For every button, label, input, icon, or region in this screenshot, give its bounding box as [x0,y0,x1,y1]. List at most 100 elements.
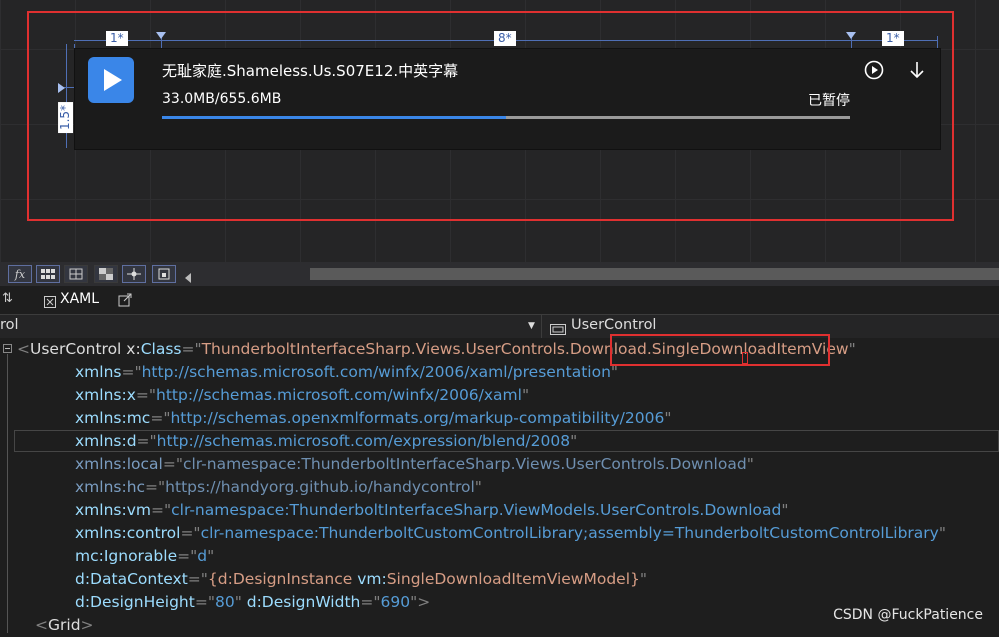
code-token: xmlns:hc [75,478,146,496]
download-arrow-icon[interactable] [906,59,928,85]
code-token: xmlns:local [75,455,163,473]
code-token: < [17,340,30,358]
code-token: " [746,455,754,473]
code-line[interactable]: xmlns:mc="http://schemas.openxmlformats.… [0,407,999,430]
watermark: CSDN @FuckPatience [833,607,983,623]
play-circle-icon[interactable] [863,59,885,85]
code-token: SingleDownloadItemViewModel [386,570,631,588]
code-token: " [570,432,578,450]
code-token: =" [136,432,157,450]
code-line[interactable]: d:DataContext="{d:DesignInstance vm:Sing… [0,568,999,591]
snap-icon[interactable] [122,265,146,283]
code-line[interactable]: xmlns:x="http://schemas.microsoft.com/wi… [0,384,999,407]
cursor-marker [742,352,748,364]
code-token: " [664,409,672,427]
code-token: UserControl [30,340,122,358]
designer-surface[interactable]: 1* 8* 1* 1.5* 无耻家庭.Shameless.Us.S07E12.中… [0,0,999,262]
code-token: Grid [48,616,81,634]
checker-icon[interactable] [94,265,118,283]
column-1-width-label[interactable]: 1* [106,31,128,46]
code-token: =" [162,455,183,473]
code-line[interactable]: xmlns:control="clr-namespace:Thunderbolt… [0,522,999,545]
code-token: < [35,616,48,634]
code-token: {d:DesignInstance [207,570,358,588]
code-token: =" [180,524,201,542]
download-progress-bar [162,116,850,119]
swap-panes-icon[interactable]: ⇅ [2,291,13,306]
code-token: =" [121,363,142,381]
code-token: > [80,616,94,634]
code-token: Class [140,340,182,358]
code-token: xmlns:control [75,524,181,542]
code-token: xmlns:x [75,386,136,404]
class-icon [550,320,566,339]
grid-alt-icon[interactable] [64,265,88,283]
code-token: xmlns [75,363,122,381]
tab-xaml[interactable]: XAML [60,291,99,307]
member-dropdown[interactable]: UserControl [571,317,656,333]
code-line[interactable]: xmlns="http://schemas.microsoft.com/winf… [0,361,999,384]
code-token: "> [410,593,431,611]
row-height-label[interactable]: 1.5* [58,101,74,134]
code-token: =" [194,593,215,611]
code-token: 80 [214,593,235,611]
class-name-highlight-box [610,334,830,366]
code-token: } [630,570,640,588]
xaml-icon [44,293,56,312]
xaml-code-editor[interactable]: <UserControl x:Class="ThunderboltInterfa… [0,334,999,634]
code-line[interactable]: xmlns:vm="clr-namespace:ThunderboltInter… [0,499,999,522]
code-token: xmlns:d [75,432,137,450]
code-line[interactable]: <UserControl x:Class="ThunderboltInterfa… [0,338,999,361]
code-navigation-bar: rol ▼ UserControl [0,314,999,339]
code-token: " [474,478,482,496]
code-token: =" [177,547,198,565]
chevron-down-icon[interactable]: ▼ [528,321,535,331]
column-2-width-label[interactable]: 8* [494,31,516,46]
code-token: http://schemas.microsoft.com/expression/… [156,432,571,450]
code-line[interactable]: xmlns:hc="https://handyorg.github.io/han… [0,476,999,499]
navbar-divider [541,315,542,338]
file-size-progress: 33.0MB/655.6MB [162,91,282,107]
row-marker[interactable] [58,83,65,93]
column-marker-2[interactable] [846,32,856,39]
code-token: d [197,547,208,565]
code-token: d:DesignHeight [75,593,195,611]
code-token: clr-namespace:ThunderboltInterfaceSharp.… [182,455,747,473]
fx-button[interactable]: fx [8,265,32,283]
code-token: " [521,386,530,404]
code-token: mc:Ignorable [75,547,178,565]
code-token: " [938,524,946,542]
code-token: http://schemas.microsoft.com/winfx/2006/… [141,363,611,381]
code-line[interactable]: xmlns:local="clr-namespace:ThunderboltIn… [0,453,999,476]
code-line[interactable]: mc:Ignorable="d" [0,545,999,568]
code-token: vm: [357,570,387,588]
code-token: d:DataContext [75,570,188,588]
play-icon[interactable] [88,57,134,103]
grid-icon[interactable] [36,265,60,283]
code-token: =" [360,593,381,611]
lock-icon[interactable] [152,265,176,283]
code-token: =" [150,409,171,427]
code-token: x: [121,340,141,358]
scroll-left-arrow-icon[interactable] [184,268,192,287]
scope-dropdown[interactable]: rol [0,317,19,333]
code-token: clr-namespace:ThunderboltCustomControlLi… [200,524,939,542]
code-token: http://schemas.microsoft.com/winfx/2006/… [156,386,522,404]
code-token: 690 [380,593,411,611]
download-progress-fill [162,116,506,119]
code-token: http://schemas.openxmlformats.org/markup… [170,409,665,427]
horizontal-scrollbar[interactable] [310,268,999,280]
editor-tab-bar: ⇅ XAML [0,286,999,314]
column-3-width-label[interactable]: 1* [882,31,904,46]
code-token: " [207,547,215,565]
code-token: =" [150,501,172,519]
code-token: https://handyorg.github.io/handycontrol [165,478,475,496]
code-token: xmlns:mc [75,409,151,427]
column-marker-1[interactable] [156,32,166,39]
code-line[interactable]: xmlns:d="http://schemas.microsoft.com/ex… [0,430,999,453]
file-name: 无耻家庭.Shameless.Us.S07E12.中英字幕 [162,62,459,80]
code-token: " [781,501,789,519]
code-token: " [234,593,247,611]
status-label: 已暂停 [808,93,850,109]
popout-icon[interactable] [118,292,132,311]
